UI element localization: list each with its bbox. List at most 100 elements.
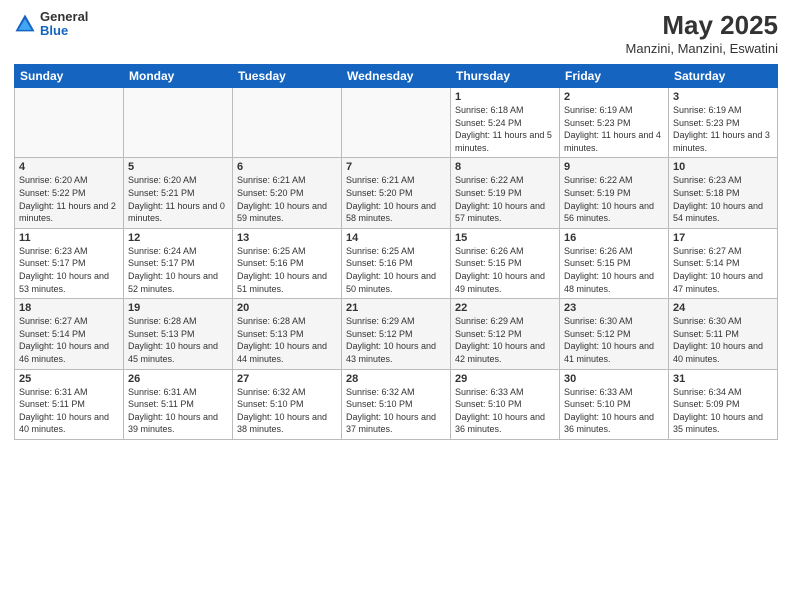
day-number: 13 — [237, 232, 337, 244]
table-row: 22Sunrise: 6:29 AM Sunset: 5:12 PM Dayli… — [451, 299, 560, 369]
table-row: 27Sunrise: 6:32 AM Sunset: 5:10 PM Dayli… — [233, 369, 342, 439]
col-sunday: Sunday — [15, 65, 124, 88]
title-block: May 2025 Manzini, Manzini, Eswatini — [626, 10, 778, 56]
table-row: 2Sunrise: 6:19 AM Sunset: 5:23 PM Daylig… — [560, 88, 669, 158]
table-row: 12Sunrise: 6:24 AM Sunset: 5:17 PM Dayli… — [124, 228, 233, 298]
table-row: 28Sunrise: 6:32 AM Sunset: 5:10 PM Dayli… — [342, 369, 451, 439]
day-number: 26 — [128, 373, 228, 385]
day-info: Sunrise: 6:32 AM Sunset: 5:10 PM Dayligh… — [346, 386, 446, 436]
day-info: Sunrise: 6:31 AM Sunset: 5:11 PM Dayligh… — [19, 386, 119, 436]
table-row: 5Sunrise: 6:20 AM Sunset: 5:21 PM Daylig… — [124, 158, 233, 228]
day-info: Sunrise: 6:20 AM Sunset: 5:22 PM Dayligh… — [19, 174, 119, 224]
day-number: 27 — [237, 373, 337, 385]
day-number: 3 — [673, 91, 773, 103]
day-number: 2 — [564, 91, 664, 103]
day-number: 9 — [564, 161, 664, 173]
col-tuesday: Tuesday — [233, 65, 342, 88]
day-info: Sunrise: 6:22 AM Sunset: 5:19 PM Dayligh… — [455, 174, 555, 224]
table-row: 8Sunrise: 6:22 AM Sunset: 5:19 PM Daylig… — [451, 158, 560, 228]
table-row: 26Sunrise: 6:31 AM Sunset: 5:11 PM Dayli… — [124, 369, 233, 439]
table-row: 31Sunrise: 6:34 AM Sunset: 5:09 PM Dayli… — [669, 369, 778, 439]
table-row: 15Sunrise: 6:26 AM Sunset: 5:15 PM Dayli… — [451, 228, 560, 298]
calendar-week-row: 18Sunrise: 6:27 AM Sunset: 5:14 PM Dayli… — [15, 299, 778, 369]
day-info: Sunrise: 6:23 AM Sunset: 5:17 PM Dayligh… — [19, 245, 119, 295]
col-monday: Monday — [124, 65, 233, 88]
day-number: 19 — [128, 302, 228, 314]
col-wednesday: Wednesday — [342, 65, 451, 88]
table-row: 7Sunrise: 6:21 AM Sunset: 5:20 PM Daylig… — [342, 158, 451, 228]
day-info: Sunrise: 6:32 AM Sunset: 5:10 PM Dayligh… — [237, 386, 337, 436]
day-info: Sunrise: 6:26 AM Sunset: 5:15 PM Dayligh… — [455, 245, 555, 295]
table-row — [233, 88, 342, 158]
day-info: Sunrise: 6:19 AM Sunset: 5:23 PM Dayligh… — [564, 104, 664, 154]
table-row — [15, 88, 124, 158]
day-info: Sunrise: 6:30 AM Sunset: 5:11 PM Dayligh… — [673, 315, 773, 365]
page: General Blue May 2025 Manzini, Manzini, … — [0, 0, 792, 612]
table-row: 3Sunrise: 6:19 AM Sunset: 5:23 PM Daylig… — [669, 88, 778, 158]
day-info: Sunrise: 6:31 AM Sunset: 5:11 PM Dayligh… — [128, 386, 228, 436]
table-row: 29Sunrise: 6:33 AM Sunset: 5:10 PM Dayli… — [451, 369, 560, 439]
day-number: 29 — [455, 373, 555, 385]
logo-blue: Blue — [40, 24, 88, 38]
calendar-week-row: 25Sunrise: 6:31 AM Sunset: 5:11 PM Dayli… — [15, 369, 778, 439]
day-info: Sunrise: 6:27 AM Sunset: 5:14 PM Dayligh… — [19, 315, 119, 365]
table-row: 20Sunrise: 6:28 AM Sunset: 5:13 PM Dayli… — [233, 299, 342, 369]
day-number: 8 — [455, 161, 555, 173]
table-row: 18Sunrise: 6:27 AM Sunset: 5:14 PM Dayli… — [15, 299, 124, 369]
day-number: 21 — [346, 302, 446, 314]
day-number: 30 — [564, 373, 664, 385]
day-number: 7 — [346, 161, 446, 173]
day-info: Sunrise: 6:29 AM Sunset: 5:12 PM Dayligh… — [455, 315, 555, 365]
day-number: 20 — [237, 302, 337, 314]
table-row — [342, 88, 451, 158]
day-info: Sunrise: 6:19 AM Sunset: 5:23 PM Dayligh… — [673, 104, 773, 154]
calendar-week-row: 4Sunrise: 6:20 AM Sunset: 5:22 PM Daylig… — [15, 158, 778, 228]
day-number: 10 — [673, 161, 773, 173]
day-number: 17 — [673, 232, 773, 244]
day-info: Sunrise: 6:28 AM Sunset: 5:13 PM Dayligh… — [237, 315, 337, 365]
day-info: Sunrise: 6:23 AM Sunset: 5:18 PM Dayligh… — [673, 174, 773, 224]
day-info: Sunrise: 6:28 AM Sunset: 5:13 PM Dayligh… — [128, 315, 228, 365]
day-info: Sunrise: 6:25 AM Sunset: 5:16 PM Dayligh… — [237, 245, 337, 295]
table-row: 10Sunrise: 6:23 AM Sunset: 5:18 PM Dayli… — [669, 158, 778, 228]
table-row: 11Sunrise: 6:23 AM Sunset: 5:17 PM Dayli… — [15, 228, 124, 298]
col-friday: Friday — [560, 65, 669, 88]
table-row: 4Sunrise: 6:20 AM Sunset: 5:22 PM Daylig… — [15, 158, 124, 228]
day-number: 6 — [237, 161, 337, 173]
table-row: 17Sunrise: 6:27 AM Sunset: 5:14 PM Dayli… — [669, 228, 778, 298]
day-number: 5 — [128, 161, 228, 173]
day-info: Sunrise: 6:29 AM Sunset: 5:12 PM Dayligh… — [346, 315, 446, 365]
table-row: 16Sunrise: 6:26 AM Sunset: 5:15 PM Dayli… — [560, 228, 669, 298]
day-number: 31 — [673, 373, 773, 385]
logo-icon — [14, 13, 36, 35]
table-row: 14Sunrise: 6:25 AM Sunset: 5:16 PM Dayli… — [342, 228, 451, 298]
day-info: Sunrise: 6:25 AM Sunset: 5:16 PM Dayligh… — [346, 245, 446, 295]
table-row: 13Sunrise: 6:25 AM Sunset: 5:16 PM Dayli… — [233, 228, 342, 298]
calendar-table: Sunday Monday Tuesday Wednesday Thursday… — [14, 64, 778, 440]
table-row: 21Sunrise: 6:29 AM Sunset: 5:12 PM Dayli… — [342, 299, 451, 369]
logo: General Blue — [14, 10, 88, 39]
day-info: Sunrise: 6:33 AM Sunset: 5:10 PM Dayligh… — [564, 386, 664, 436]
table-row: 25Sunrise: 6:31 AM Sunset: 5:11 PM Dayli… — [15, 369, 124, 439]
calendar-header-row: Sunday Monday Tuesday Wednesday Thursday… — [15, 65, 778, 88]
calendar-week-row: 1Sunrise: 6:18 AM Sunset: 5:24 PM Daylig… — [15, 88, 778, 158]
day-number: 1 — [455, 91, 555, 103]
day-info: Sunrise: 6:20 AM Sunset: 5:21 PM Dayligh… — [128, 174, 228, 224]
main-title: May 2025 — [626, 10, 778, 41]
day-number: 4 — [19, 161, 119, 173]
day-number: 12 — [128, 232, 228, 244]
day-number: 28 — [346, 373, 446, 385]
day-info: Sunrise: 6:33 AM Sunset: 5:10 PM Dayligh… — [455, 386, 555, 436]
day-number: 23 — [564, 302, 664, 314]
logo-general: General — [40, 10, 88, 24]
col-saturday: Saturday — [669, 65, 778, 88]
day-info: Sunrise: 6:34 AM Sunset: 5:09 PM Dayligh… — [673, 386, 773, 436]
day-number: 24 — [673, 302, 773, 314]
day-info: Sunrise: 6:21 AM Sunset: 5:20 PM Dayligh… — [237, 174, 337, 224]
day-info: Sunrise: 6:27 AM Sunset: 5:14 PM Dayligh… — [673, 245, 773, 295]
table-row: 23Sunrise: 6:30 AM Sunset: 5:12 PM Dayli… — [560, 299, 669, 369]
table-row: 6Sunrise: 6:21 AM Sunset: 5:20 PM Daylig… — [233, 158, 342, 228]
logo-text: General Blue — [40, 10, 88, 39]
table-row — [124, 88, 233, 158]
day-number: 22 — [455, 302, 555, 314]
